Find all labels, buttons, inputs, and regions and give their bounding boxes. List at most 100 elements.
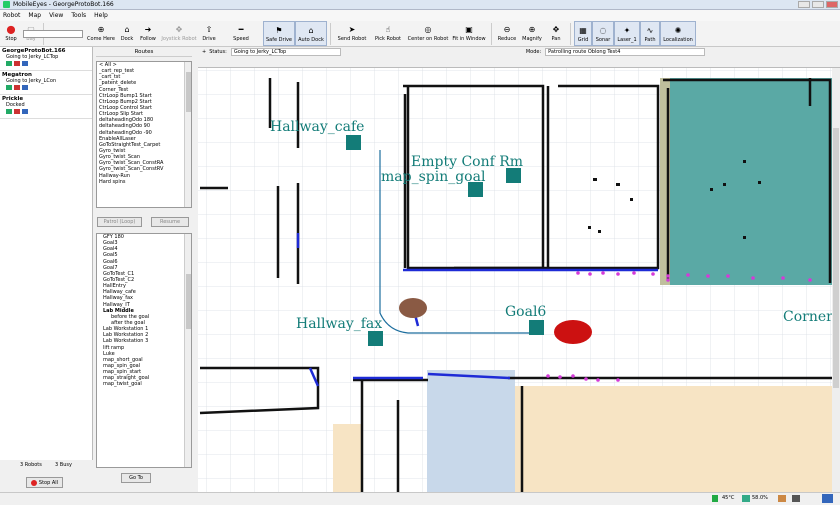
- route-item[interactable]: Hard spins: [97, 179, 191, 185]
- teal-zone: [660, 78, 834, 285]
- joystick-button[interactable]: ✥ Joystick Robot: [159, 21, 199, 46]
- laser-button[interactable]: ✦ Laser_1: [614, 21, 640, 46]
- center-on-robot-label: Center on Robot: [407, 36, 449, 42]
- robot-select[interactable]: [23, 30, 83, 38]
- wifi-icon: [6, 61, 12, 66]
- mode-label: Mode: [525, 49, 540, 55]
- stop-button[interactable]: ⬤ Stop: [0, 21, 22, 46]
- magnify-icon: ⊕: [528, 24, 536, 34]
- pan-label: Pan: [551, 36, 561, 42]
- reduce-icon: ⊖: [503, 24, 511, 34]
- stop-all-button[interactable]: Stop All: [26, 477, 63, 488]
- map-label-empty-conf-rm: Empty Conf Rm: [411, 154, 523, 170]
- come-here-button[interactable]: ⊕ Come Here: [85, 21, 117, 46]
- magnify-label: Magnify: [522, 36, 542, 42]
- sonar-label: Sonar: [595, 37, 611, 43]
- goal-item[interactable]: map_twist_goal: [97, 381, 191, 387]
- localization-label: Localization: [663, 37, 693, 43]
- speed-button[interactable]: ━ Speed: [219, 21, 263, 46]
- send-robot-icon: ➤: [348, 24, 356, 34]
- path-button[interactable]: ∿ Path: [640, 21, 660, 46]
- dock-label: Dock: [120, 36, 134, 42]
- wifi-icon: [6, 85, 12, 90]
- maximize-button[interactable]: [812, 1, 824, 8]
- robot-entry[interactable]: Megatron Going to Jerky_LCon: [0, 71, 92, 95]
- battery-value: 58.0%: [752, 495, 768, 501]
- robot-marker-main[interactable]: [554, 320, 592, 344]
- center-icon: ◎: [424, 24, 432, 34]
- auto-dock-button[interactable]: ⌂ Auto Dock: [295, 21, 327, 46]
- resume-button[interactable]: Resume: [151, 217, 189, 227]
- menu-view[interactable]: View: [49, 12, 63, 19]
- safe-drive-button[interactable]: ⚑ Safe Drive: [263, 21, 295, 46]
- stop-icon: [30, 479, 37, 486]
- safe-drive-icon: ⚑: [275, 25, 283, 35]
- mode-value: Patrolling route Oblong Test4: [545, 48, 706, 56]
- robot-status: Going to Jerky_LCon: [6, 78, 57, 84]
- send-robot-button[interactable]: ➤ Send Robot: [334, 21, 370, 46]
- app-icon: [3, 1, 10, 8]
- map-label-map-spin-goal: map_spin_goal: [381, 169, 486, 185]
- routes-list[interactable]: < All > _cart_rep_test _cart_tst _patent_de…: [96, 61, 192, 208]
- menu-map[interactable]: Map: [28, 12, 41, 19]
- reduce-button[interactable]: ⊖ Reduce: [495, 21, 519, 46]
- robot-indicators: [6, 85, 90, 90]
- robot-marker-other[interactable]: [399, 298, 427, 318]
- close-button[interactable]: [826, 1, 838, 8]
- sonar-icon: ◌: [599, 25, 607, 35]
- magnify-button[interactable]: ⊕ Magnify: [519, 21, 545, 46]
- map-view[interactable]: Hallway_cafe Empty Conf Rm map_spin_goal…: [198, 67, 840, 492]
- fit-in-window-label: Fit in Window: [452, 36, 486, 42]
- pan-icon: ✥: [552, 24, 560, 34]
- sonar-button[interactable]: ◌ Sonar: [592, 21, 614, 46]
- blue-zone: [427, 370, 515, 492]
- goal-marker-hallway-cafe[interactable]: [346, 135, 361, 150]
- wifi-icon: [6, 109, 12, 114]
- grid-button[interactable]: ▦ Grid: [574, 21, 592, 46]
- goto-button[interactable]: Go To: [121, 473, 151, 483]
- menu-tools[interactable]: Tools: [71, 12, 86, 19]
- status-bar: + Status: Going to Jerky_LCTop Mode: Pat…: [194, 47, 840, 57]
- goals-scrollbar[interactable]: [184, 234, 191, 467]
- follow-button[interactable]: ➜ Follow: [137, 21, 159, 46]
- routes-header: Routes: [96, 49, 192, 57]
- map-label-hallway-cafe: Hallway_cafe: [270, 119, 364, 135]
- minimize-button[interactable]: [798, 1, 810, 8]
- temperature-icon: [22, 61, 28, 66]
- menu-help[interactable]: Help: [94, 12, 108, 19]
- goal-marker-hallway-fax[interactable]: [368, 331, 383, 346]
- map-canvas[interactable]: Hallway_cafe Empty Conf Rm map_spin_goal…: [198, 68, 840, 492]
- drive-icon: ⇧: [205, 24, 213, 34]
- patrol-loop-button[interactable]: Patrol (Loop): [97, 217, 142, 227]
- map-vscroll-thumb[interactable]: [833, 128, 839, 388]
- goals-tree[interactable]: GFY 180 Goal3 Goal4 Goal5 Goal6 Goal7 GoToTest…: [96, 233, 192, 468]
- reduce-label: Reduce: [497, 36, 517, 42]
- routes-scrollbar[interactable]: [184, 62, 191, 207]
- robot-count: 3 Robots: [20, 462, 42, 468]
- path-icon: ∿: [646, 25, 654, 35]
- goal-marker-goal6[interactable]: [529, 320, 544, 335]
- menu-robot[interactable]: Robot: [3, 12, 20, 19]
- auto-dock-icon: ⌂: [308, 25, 314, 35]
- dock-button[interactable]: ⌂ Dock: [117, 21, 137, 46]
- drive-button[interactable]: ⇧ Drive: [199, 21, 219, 46]
- fit-in-window-button[interactable]: ▣ Fit in Window: [450, 21, 488, 46]
- localization-button[interactable]: ✺ Localization: [660, 21, 696, 46]
- status-label: Status: [209, 49, 226, 55]
- map-label-goal6: Goal6: [505, 304, 546, 320]
- joystick-icon: ✥: [175, 24, 183, 34]
- send-robot-label: Send Robot: [337, 36, 367, 42]
- pick-robot-button[interactable]: ☝ Pick Robot: [370, 21, 406, 46]
- robot-entry[interactable]: GeorgeProtoBot.166 Going to Jerky_LCTop: [0, 47, 92, 71]
- center-on-robot-button[interactable]: ◎ Center on Robot: [406, 21, 450, 46]
- bottom-status-bar: 45°C 58.0%: [0, 492, 840, 505]
- robot-indicators: [6, 109, 90, 114]
- app-status-icon: [822, 494, 833, 503]
- goal-marker-empty-conf-rm[interactable]: [506, 168, 521, 183]
- pan-button[interactable]: ✥ Pan: [545, 21, 567, 46]
- battery-icon: [14, 109, 20, 114]
- tan-zone-small: [333, 424, 363, 492]
- expand-icon[interactable]: +: [202, 49, 206, 55]
- toolbar-separator: [491, 23, 492, 45]
- robot-entry[interactable]: Prickle Docked: [0, 95, 92, 119]
